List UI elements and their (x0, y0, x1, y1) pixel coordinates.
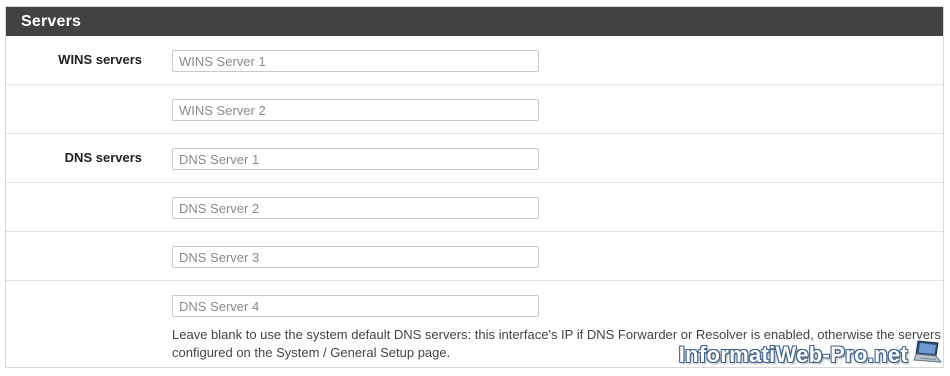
wins-servers-label: WINS servers (58, 52, 142, 67)
panel-title: Servers (6, 7, 943, 36)
servers-panel: Servers WINS servers DNS servers Leave b… (5, 6, 944, 368)
dns-servers-label: DNS servers (64, 150, 142, 165)
dns-server-2-row (6, 183, 943, 232)
wins-server-2-input[interactable] (172, 99, 539, 121)
dns-server-1-input[interactable] (172, 148, 539, 170)
dns-server-4-input[interactable] (172, 295, 539, 317)
dns-server-2-input[interactable] (172, 197, 539, 219)
wins-server-1-row: WINS servers (6, 36, 943, 85)
laptop-icon (912, 339, 943, 370)
wins-server-1-input[interactable] (172, 50, 539, 72)
watermark: InformatiWeb-Pro.net (678, 339, 943, 370)
dns-server-3-input[interactable] (172, 246, 539, 268)
dns-server-3-row (6, 232, 943, 281)
wins-server-2-row (6, 85, 943, 134)
dns-server-1-row: DNS servers (6, 134, 943, 183)
watermark-text: InformatiWeb-Pro.net (678, 341, 908, 367)
